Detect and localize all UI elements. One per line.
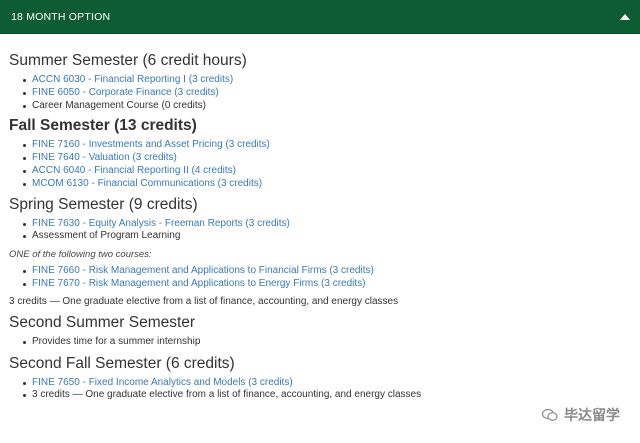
course-link[interactable]: FINE 7670 - Risk Management and Applicat… (32, 278, 365, 289)
elective-text: 3 credits — One graduate elective from a… (9, 295, 399, 307)
watermark: 毕达留学 (542, 405, 620, 425)
course-list-spring-choice: FINE 7660 - Risk Management and Applicat… (9, 265, 631, 291)
course-link[interactable]: FINE 7640 - Valuation (3 credits) (32, 152, 177, 163)
course-link[interactable]: FINE 7160 - Investments and Asset Pricin… (32, 139, 270, 150)
list-item[interactable]: ACCN 6030 - Financial Reporting I (3 cre… (22, 74, 631, 87)
chevron-up-icon[interactable] (620, 13, 630, 20)
list-item: Provides time for a summer internship (22, 336, 631, 349)
list-item[interactable]: MCOM 6130 - Financial Communications (3 … (22, 178, 631, 191)
course-link[interactable]: FINE 6050 - Corporate Finance (3 credits… (32, 87, 219, 98)
watermark-text: 毕达留学 (564, 407, 620, 423)
accordion-content: Summer Semester (6 credit hours) ACCN 60… (0, 34, 640, 402)
list-item[interactable]: FINE 7630 - Equity Analysis - Freeman Re… (22, 218, 631, 231)
section-title-second-summer: Second Summer Semester (9, 313, 196, 331)
course-link[interactable]: ACCN 6030 - Financial Reporting I (3 cre… (32, 74, 233, 85)
accordion-header[interactable]: 18 MONTH OPTION (0, 0, 640, 34)
course-link[interactable]: FINE 7630 - Equity Analysis - Freeman Re… (32, 218, 290, 229)
course-link[interactable]: FINE 7650 - Fixed Income Analytics and M… (32, 377, 293, 388)
course-list-summer: ACCN 6030 - Financial Reporting I (3 cre… (9, 74, 631, 112)
section-title-spring: Spring Semester (9 credits) (9, 195, 198, 213)
choice-note: ONE of the following two courses: (9, 249, 152, 261)
course-list-fall: FINE 7160 - Investments and Asset Pricin… (9, 139, 631, 190)
list-item[interactable]: FINE 6050 - Corporate Finance (3 credits… (22, 87, 631, 100)
course-link[interactable]: FINE 7660 - Risk Management and Applicat… (32, 265, 374, 276)
list-item[interactable]: ACCN 6040 - Financial Reporting II (4 cr… (22, 165, 631, 178)
list-item: Assessment of Program Learning (22, 230, 631, 243)
list-item[interactable]: FINE 7660 - Risk Management and Applicat… (22, 265, 631, 278)
section-title-second-fall: Second Fall Semester (6 credits) (9, 354, 235, 372)
chat-bubble-icon (542, 408, 558, 421)
accordion-title: 18 MONTH OPTION (11, 10, 111, 23)
list-item[interactable]: FINE 7640 - Valuation (3 credits) (22, 152, 631, 165)
list-item[interactable]: FINE 7670 - Risk Management and Applicat… (22, 278, 631, 291)
list-item[interactable]: FINE 7160 - Investments and Asset Pricin… (22, 139, 631, 152)
course-list-second-fall: FINE 7650 - Fixed Income Analytics and M… (9, 377, 631, 403)
list-item: Career Management Course (0 credits) (22, 100, 631, 113)
section-title-fall: Fall Semester (13 credits) (9, 117, 197, 135)
course-link[interactable]: ACCN 6040 - Financial Reporting II (4 cr… (32, 165, 236, 176)
course-list-second-summer: Provides time for a summer internship (9, 336, 631, 349)
course-link[interactable]: MCOM 6130 - Financial Communications (3 … (32, 178, 262, 189)
course-list-spring: FINE 7630 - Equity Analysis - Freeman Re… (9, 218, 631, 244)
section-title-summer: Summer Semester (6 credit hours) (9, 52, 247, 69)
list-item[interactable]: FINE 7650 - Fixed Income Analytics and M… (22, 377, 631, 390)
list-item: 3 credits — One graduate elective from a… (22, 389, 631, 402)
